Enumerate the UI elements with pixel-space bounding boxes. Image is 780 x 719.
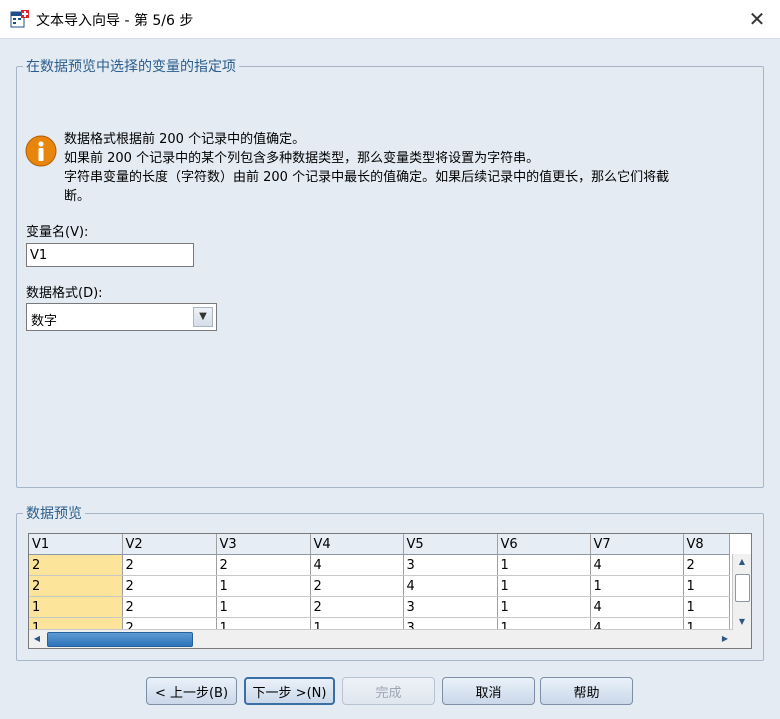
variable-spec-group: 在数据预览中选择的变量的指定项: [16, 56, 764, 488]
table-cell[interactable]: 1: [216, 596, 311, 618]
table-cell[interactable]: 1: [29, 596, 123, 618]
table-cell[interactable]: 4: [310, 554, 404, 576]
table-cell[interactable]: 2: [122, 575, 217, 597]
header-row: V1 V2 V3 V4 V5 V6 V7 V8: [29, 534, 730, 555]
scroll-left-arrow-icon[interactable]: ◀: [29, 631, 45, 647]
table-cell[interactable]: 2: [29, 554, 123, 576]
data-format-value: 数字: [31, 314, 58, 329]
horizontal-scrollbar[interactable]: ◀ ▶: [29, 629, 733, 648]
scroll-right-arrow-icon[interactable]: ▶: [717, 631, 733, 647]
column-header[interactable]: V7: [590, 534, 684, 555]
chevron-down-icon[interactable]: ▼: [193, 307, 213, 327]
table-row: 2 2 1 2 4 1 1 1: [29, 575, 730, 597]
table-cell[interactable]: 1: [683, 575, 730, 597]
next-button[interactable]: 下一步 >(N): [244, 677, 335, 705]
cancel-button[interactable]: 取消: [442, 677, 535, 705]
table-cell[interactable]: 2: [122, 554, 217, 576]
table-cell[interactable]: 2: [216, 554, 311, 576]
close-icon: ✕: [748, 7, 766, 31]
table-cell[interactable]: 1: [216, 575, 311, 597]
info-line: 字符串变量的长度（字符数）由前 200 个记录中最长的值确定。如果后续记录中的值…: [64, 170, 670, 185]
table-cell[interactable]: 1: [497, 554, 591, 576]
table-cell[interactable]: 2: [122, 596, 217, 618]
variable-name-input[interactable]: V1: [26, 243, 194, 267]
info-message: 数据格式根据前 200 个记录中的值确定。 如果前 200 个记录中的某个列包含…: [64, 130, 669, 206]
table-cell[interactable]: 1: [590, 575, 684, 597]
column-header[interactable]: V2: [122, 534, 217, 555]
table-cell[interactable]: 3: [403, 554, 498, 576]
horizontal-scroll-thumb[interactable]: [47, 632, 193, 647]
column-header[interactable]: V3: [216, 534, 311, 555]
table-cell[interactable]: 2: [683, 554, 730, 576]
column-header[interactable]: V5: [403, 534, 498, 555]
scrollbar-corner: [733, 630, 751, 648]
info-icon: [25, 135, 57, 167]
data-format-select[interactable]: 数字 ▼: [26, 303, 217, 331]
vertical-scrollbar[interactable]: ▲ ▼: [732, 554, 751, 630]
scroll-up-arrow-icon[interactable]: ▲: [734, 554, 750, 570]
variable-name-label: 变量名(V):: [26, 225, 89, 240]
table-cell[interactable]: 2: [310, 575, 404, 597]
table-cell[interactable]: 4: [590, 596, 684, 618]
table-cell[interactable]: 3: [403, 596, 498, 618]
info-line: 断。: [64, 189, 91, 204]
column-header[interactable]: V1: [29, 534, 123, 555]
table-row: 2 2 2 4 3 1 4 2: [29, 554, 730, 576]
table-row: 1 2 1 2 3 1 4 1: [29, 596, 730, 618]
vertical-scroll-thumb[interactable]: [735, 574, 750, 602]
info-line: 如果前 200 个记录中的某个列包含多种数据类型，那么变量类型将设置为字符串。: [64, 151, 540, 166]
data-preview-grid[interactable]: V1 V2 V3 V4 V5 V6 V7 V8 2 2 2 4 3 1 4 2: [28, 533, 752, 649]
table-cell[interactable]: 1: [497, 596, 591, 618]
info-line: 数据格式根据前 200 个记录中的值确定。: [64, 132, 306, 147]
table-cell[interactable]: 1: [683, 596, 730, 618]
back-button[interactable]: < 上一步(B): [146, 677, 237, 705]
column-header[interactable]: V6: [497, 534, 591, 555]
column-header[interactable]: V4: [310, 534, 404, 555]
table-cell[interactable]: 2: [310, 596, 404, 618]
table-cell[interactable]: 1: [497, 575, 591, 597]
spss-app-icon: [10, 10, 29, 28]
variable-spec-group-title: 在数据预览中选择的变量的指定项: [26, 59, 236, 75]
table-cell[interactable]: 4: [590, 554, 684, 576]
table-cell[interactable]: 4: [403, 575, 498, 597]
data-format-label: 数据格式(D):: [26, 286, 103, 301]
scroll-down-arrow-icon[interactable]: ▼: [734, 614, 750, 630]
table-cell[interactable]: 2: [29, 575, 123, 597]
finish-button[interactable]: 完成: [342, 677, 435, 705]
data-preview-group-title: 数据预览: [26, 506, 82, 522]
help-button[interactable]: 帮助: [540, 677, 633, 705]
close-button[interactable]: ✕: [734, 0, 780, 38]
window-title: 文本导入向导 - 第 5/6 步: [36, 13, 194, 29]
column-header[interactable]: V8: [683, 534, 730, 555]
title-bar: 文本导入向导 - 第 5/6 步 ✕: [0, 0, 780, 39]
